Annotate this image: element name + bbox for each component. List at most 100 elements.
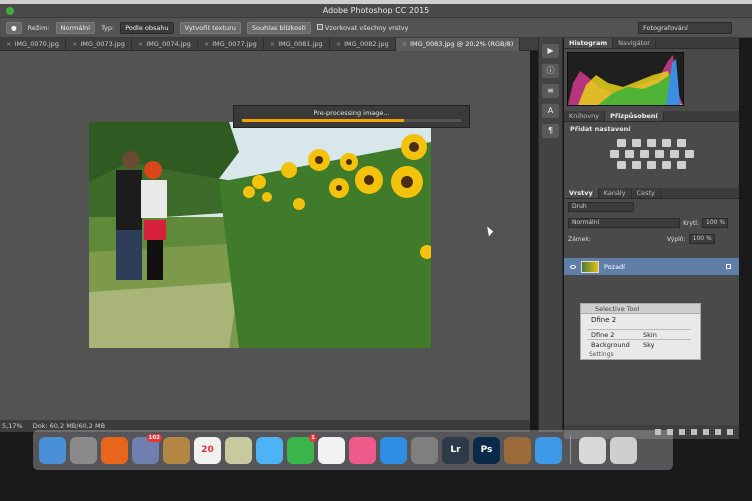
tab-paths[interactable]: Cesty (632, 188, 661, 198)
tab-adjustments[interactable]: Přizpůsobení (605, 111, 664, 121)
selective-tool-window[interactable]: Selective Tool Dfine 2 Dfine 2 Skin Backg… (580, 303, 701, 360)
close-icon[interactable]: × (204, 40, 209, 48)
new-layer-icon[interactable] (715, 429, 721, 435)
eye-icon[interactable] (570, 264, 576, 269)
document-tab[interactable]: × IMG_0074.jpg (132, 38, 198, 51)
sample-all-layers-checkbox[interactable] (316, 23, 323, 30)
folder-icon[interactable] (703, 429, 709, 435)
paragraph-icon[interactable]: ¶ (542, 124, 559, 138)
tab-navigator[interactable]: Navigátor (613, 38, 656, 48)
close-icon[interactable]: × (72, 40, 77, 48)
itunes-icon[interactable] (349, 436, 376, 464)
launchpad-icon[interactable] (70, 436, 97, 464)
settings-link[interactable]: Settings (589, 351, 614, 358)
color-balance-icon[interactable] (624, 150, 634, 158)
brightness-icon[interactable] (617, 139, 626, 147)
play-icon[interactable]: ▶ (542, 44, 559, 58)
invert-icon[interactable] (617, 161, 626, 169)
posterize-icon[interactable] (632, 161, 641, 169)
facetime-icon[interactable]: 1 (287, 433, 317, 464)
color-lookup-icon[interactable] (684, 150, 694, 158)
add-adjustment-heading: Přidat nastavení (570, 125, 631, 133)
type-proximity-match[interactable]: Souhlas blízkosti (246, 21, 311, 34)
canvas-workspace[interactable]: Pre-processing image... (0, 51, 530, 420)
list-item-value: Skin (643, 331, 657, 339)
exposure-icon[interactable] (662, 139, 671, 147)
type-content-aware[interactable]: Podle obsahu (120, 21, 174, 34)
black-white-icon[interactable] (639, 150, 649, 158)
adjustments-tabs: Knihovny Přizpůsobení (564, 111, 739, 122)
layer-background[interactable]: Pozadí (564, 258, 739, 275)
photo-filter-icon[interactable] (654, 150, 664, 158)
tab-channels[interactable]: Kanály (599, 188, 632, 198)
photos-icon[interactable] (318, 436, 345, 464)
vibrance-icon[interactable] (677, 139, 686, 147)
list-item[interactable]: Background Sky (587, 339, 691, 349)
document-tab[interactable]: × IMG_0077.jpg (198, 38, 264, 51)
lightroom-icon[interactable]: Lr (442, 436, 469, 464)
list-item[interactable]: Dfine 2 Skin (587, 329, 691, 339)
finder-icon[interactable] (39, 436, 66, 464)
properties-icon[interactable]: ≡ (542, 84, 559, 98)
tab-label: IMG_0081.jpg (278, 40, 323, 48)
document-image[interactable] (89, 122, 431, 348)
curves-icon[interactable] (647, 139, 656, 147)
notes-icon[interactable] (225, 436, 252, 464)
document-tab[interactable]: × IMG_0082.jpg (330, 38, 396, 51)
character-icon[interactable]: A (542, 104, 559, 118)
close-icon[interactable]: × (138, 40, 143, 48)
document-tab-active[interactable]: × IMG_0083.jpg @ 20,2% (RGB/8) (395, 38, 521, 51)
threshold-icon[interactable] (647, 161, 656, 169)
app-store-icon[interactable] (380, 436, 407, 464)
histogram-panel (564, 49, 739, 111)
document-tab[interactable]: × IMG_0081.jpg (264, 38, 330, 51)
mode-select[interactable]: Normální (55, 21, 96, 34)
brush-preset-picker[interactable]: ● (6, 21, 22, 34)
channel-mixer-icon[interactable] (669, 150, 679, 158)
panel-dock-icons: ▶ ⓘ ≡ A ¶ (538, 38, 563, 432)
title-bar: Adobe Photoshop CC 2015 (0, 4, 752, 18)
close-icon[interactable]: × (402, 40, 407, 48)
automator-icon[interactable] (504, 436, 531, 464)
photoshop-icon[interactable]: Ps (473, 436, 500, 464)
document-tab[interactable]: × IMG_0073.jpg (66, 38, 132, 51)
tab-libraries[interactable]: Knihovny (564, 111, 606, 121)
adjustments-panel: Přidat nastavení (564, 122, 739, 188)
safari-icon[interactable] (535, 436, 562, 464)
close-icon[interactable]: × (6, 40, 11, 48)
lock-icon (726, 264, 731, 269)
layer-filter-select[interactable]: Druh (568, 202, 634, 212)
messages-icon[interactable] (256, 436, 283, 464)
fill-field[interactable]: 100 % (688, 234, 715, 244)
close-icon[interactable]: × (270, 40, 275, 48)
preview-icon[interactable]: 102 (132, 433, 162, 464)
workspace-select[interactable]: Fotografování (638, 22, 732, 34)
adjustment-layer-icon[interactable] (691, 429, 697, 435)
gradient-map-icon[interactable] (662, 161, 671, 169)
type-create-texture[interactable]: Vytvořit texturu (179, 21, 241, 34)
trash-icon[interactable] (610, 436, 637, 464)
contacts-icon[interactable] (163, 436, 190, 464)
system-preferences-icon[interactable] (411, 436, 438, 464)
calendar-icon[interactable]: 20 (194, 436, 221, 464)
selective-color-icon[interactable] (677, 161, 686, 169)
trash-icon[interactable] (727, 429, 733, 435)
zoom-level[interactable]: 5,17% (2, 422, 23, 430)
dock-app-label: Lr (450, 444, 461, 455)
mask-icon[interactable] (679, 429, 685, 435)
firefox-icon[interactable] (101, 436, 128, 464)
adjustment-icons-row-3 (564, 161, 739, 169)
hue-saturation-icon[interactable] (609, 150, 619, 158)
info-icon[interactable]: ⓘ (542, 64, 559, 78)
tab-histogram[interactable]: Histogram (564, 38, 614, 48)
tab-layers[interactable]: Vrstvy (564, 188, 599, 198)
document-size[interactable]: Dok: 60,2 MB/60,2 MB (33, 422, 105, 430)
window-button-icon[interactable] (6, 7, 14, 15)
levels-icon[interactable] (632, 139, 641, 147)
downloads-stack-icon[interactable] (579, 436, 606, 464)
sample-all-layers[interactable]: Vzorkovat všechny vrstvy (316, 23, 408, 32)
blend-mode-select[interactable]: Normální (568, 218, 680, 228)
opacity-field[interactable]: 100 % (702, 218, 728, 228)
document-tab[interactable]: × IMG_0070.jpg (0, 38, 66, 51)
close-icon[interactable]: × (336, 40, 341, 48)
